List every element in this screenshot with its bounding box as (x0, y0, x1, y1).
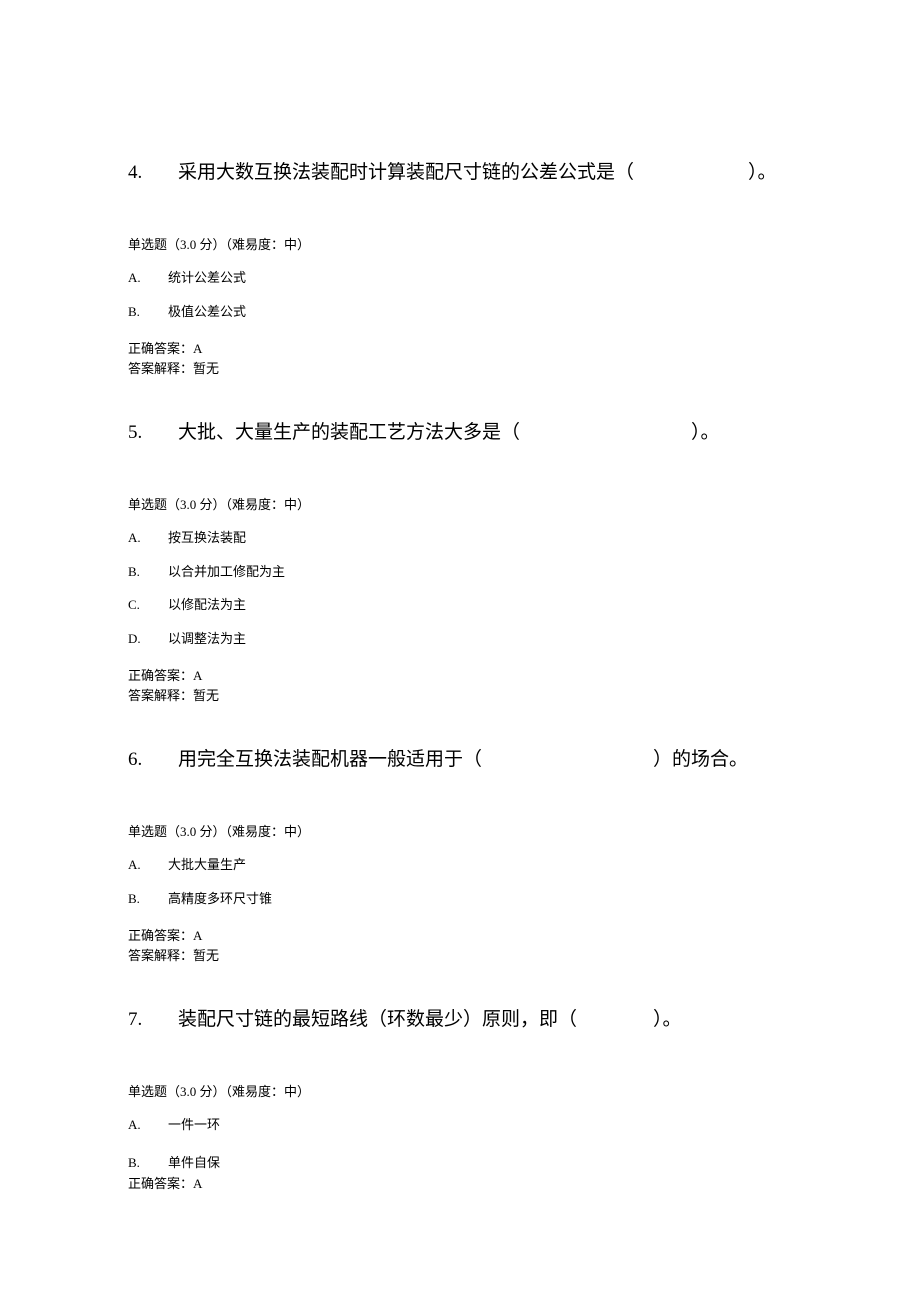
question-number: 6. (128, 747, 178, 774)
question-title: 5. 大批、大量生产的装配工艺方法大多是（ ）。 (128, 420, 792, 447)
answer-explanation: 答案解释：暂无 (128, 686, 792, 706)
option-letter: B. (128, 1153, 168, 1173)
question-title: 7. 装配尺寸链的最短路线（环数最少）原则，即（ ）。 (128, 1007, 792, 1034)
question-6: 6. 用完全互换法装配机器一般适用于（ ）的场合。 单选题（3.0 分）（难易度… (128, 747, 792, 965)
option-b: B. 以合并加工修配为主 (128, 562, 792, 582)
option-a: A. 按互换法装配 (128, 528, 792, 548)
option-d: D. 以调整法为主 (128, 629, 792, 649)
option-text: 极值公差公式 (168, 302, 246, 322)
option-b: B. 极值公差公式 (128, 302, 792, 322)
option-text: 按互换法装配 (168, 528, 246, 548)
question-meta: 单选题（3.0 分）（难易度：中） (128, 822, 792, 842)
question-7: 7. 装配尺寸链的最短路线（环数最少）原则，即（ ）。 单选题（3.0 分）（难… (128, 1007, 792, 1194)
correct-answer: 正确答案：A (128, 666, 792, 686)
question-number: 5. (128, 420, 178, 447)
option-letter: A. (128, 268, 168, 288)
option-letter: B. (128, 889, 168, 909)
question-text: 采用大数互换法装配时计算装配尺寸链的公差公式是（ ）。 (178, 160, 777, 187)
question-title: 4. 采用大数互换法装配时计算装配尺寸链的公差公式是（ ）。 (128, 160, 792, 187)
option-text: 以修配法为主 (168, 595, 246, 615)
option-text: 高精度多环尺寸锥 (168, 889, 272, 909)
answer-explanation: 答案解释：暂无 (128, 359, 792, 379)
option-a: A. 大批大量生产 (128, 855, 792, 875)
question-meta: 单选题（3.0 分）（难易度：中） (128, 495, 792, 515)
option-letter: A. (128, 1115, 168, 1135)
question-title: 6. 用完全互换法装配机器一般适用于（ ）的场合。 (128, 747, 792, 774)
question-text: 装配尺寸链的最短路线（环数最少）原则，即（ ）。 (178, 1007, 682, 1034)
question-meta: 单选题（3.0 分）（难易度：中） (128, 1082, 792, 1102)
question-text: 用完全互换法装配机器一般适用于（ ）的场合。 (178, 747, 748, 774)
option-letter: B. (128, 302, 168, 322)
answer-explanation: 答案解释：暂无 (128, 946, 792, 966)
answer-block: 正确答案：A 答案解释：暂无 (128, 339, 792, 378)
answer-block: 正确答案：A 答案解释：暂无 (128, 926, 792, 965)
option-c: C. 以修配法为主 (128, 595, 792, 615)
option-text: 大批大量生产 (168, 855, 246, 875)
option-letter: A. (128, 855, 168, 875)
correct-answer: 正确答案：A (128, 339, 792, 359)
option-text: 统计公差公式 (168, 268, 246, 288)
correct-answer: 正确答案：A (128, 926, 792, 946)
answer-block: 正确答案：A 答案解释：暂无 (128, 666, 792, 705)
correct-answer: 正确答案：A (128, 1174, 792, 1194)
question-text: 大批、大量生产的装配工艺方法大多是（ ）。 (178, 420, 720, 447)
question-number: 7. (128, 1007, 178, 1034)
option-text: 以合并加工修配为主 (168, 562, 285, 582)
option-a: A. 统计公差公式 (128, 268, 792, 288)
option-letter: D. (128, 629, 168, 649)
option-letter: C. (128, 595, 168, 615)
option-b: B. 单件自保 (128, 1153, 792, 1173)
answer-block: 正确答案：A (128, 1174, 792, 1194)
option-letter: B. (128, 562, 168, 582)
question-meta: 单选题（3.0 分）（难易度：中） (128, 235, 792, 255)
option-letter: A. (128, 528, 168, 548)
question-4: 4. 采用大数互换法装配时计算装配尺寸链的公差公式是（ ）。 单选题（3.0 分… (128, 160, 792, 378)
option-text: 一件一环 (168, 1115, 220, 1135)
question-5: 5. 大批、大量生产的装配工艺方法大多是（ ）。 单选题（3.0 分）（难易度：… (128, 420, 792, 705)
option-text: 单件自保 (168, 1153, 220, 1173)
question-number: 4. (128, 160, 178, 187)
option-text: 以调整法为主 (168, 629, 246, 649)
option-b: B. 高精度多环尺寸锥 (128, 889, 792, 909)
option-a: A. 一件一环 (128, 1115, 792, 1135)
